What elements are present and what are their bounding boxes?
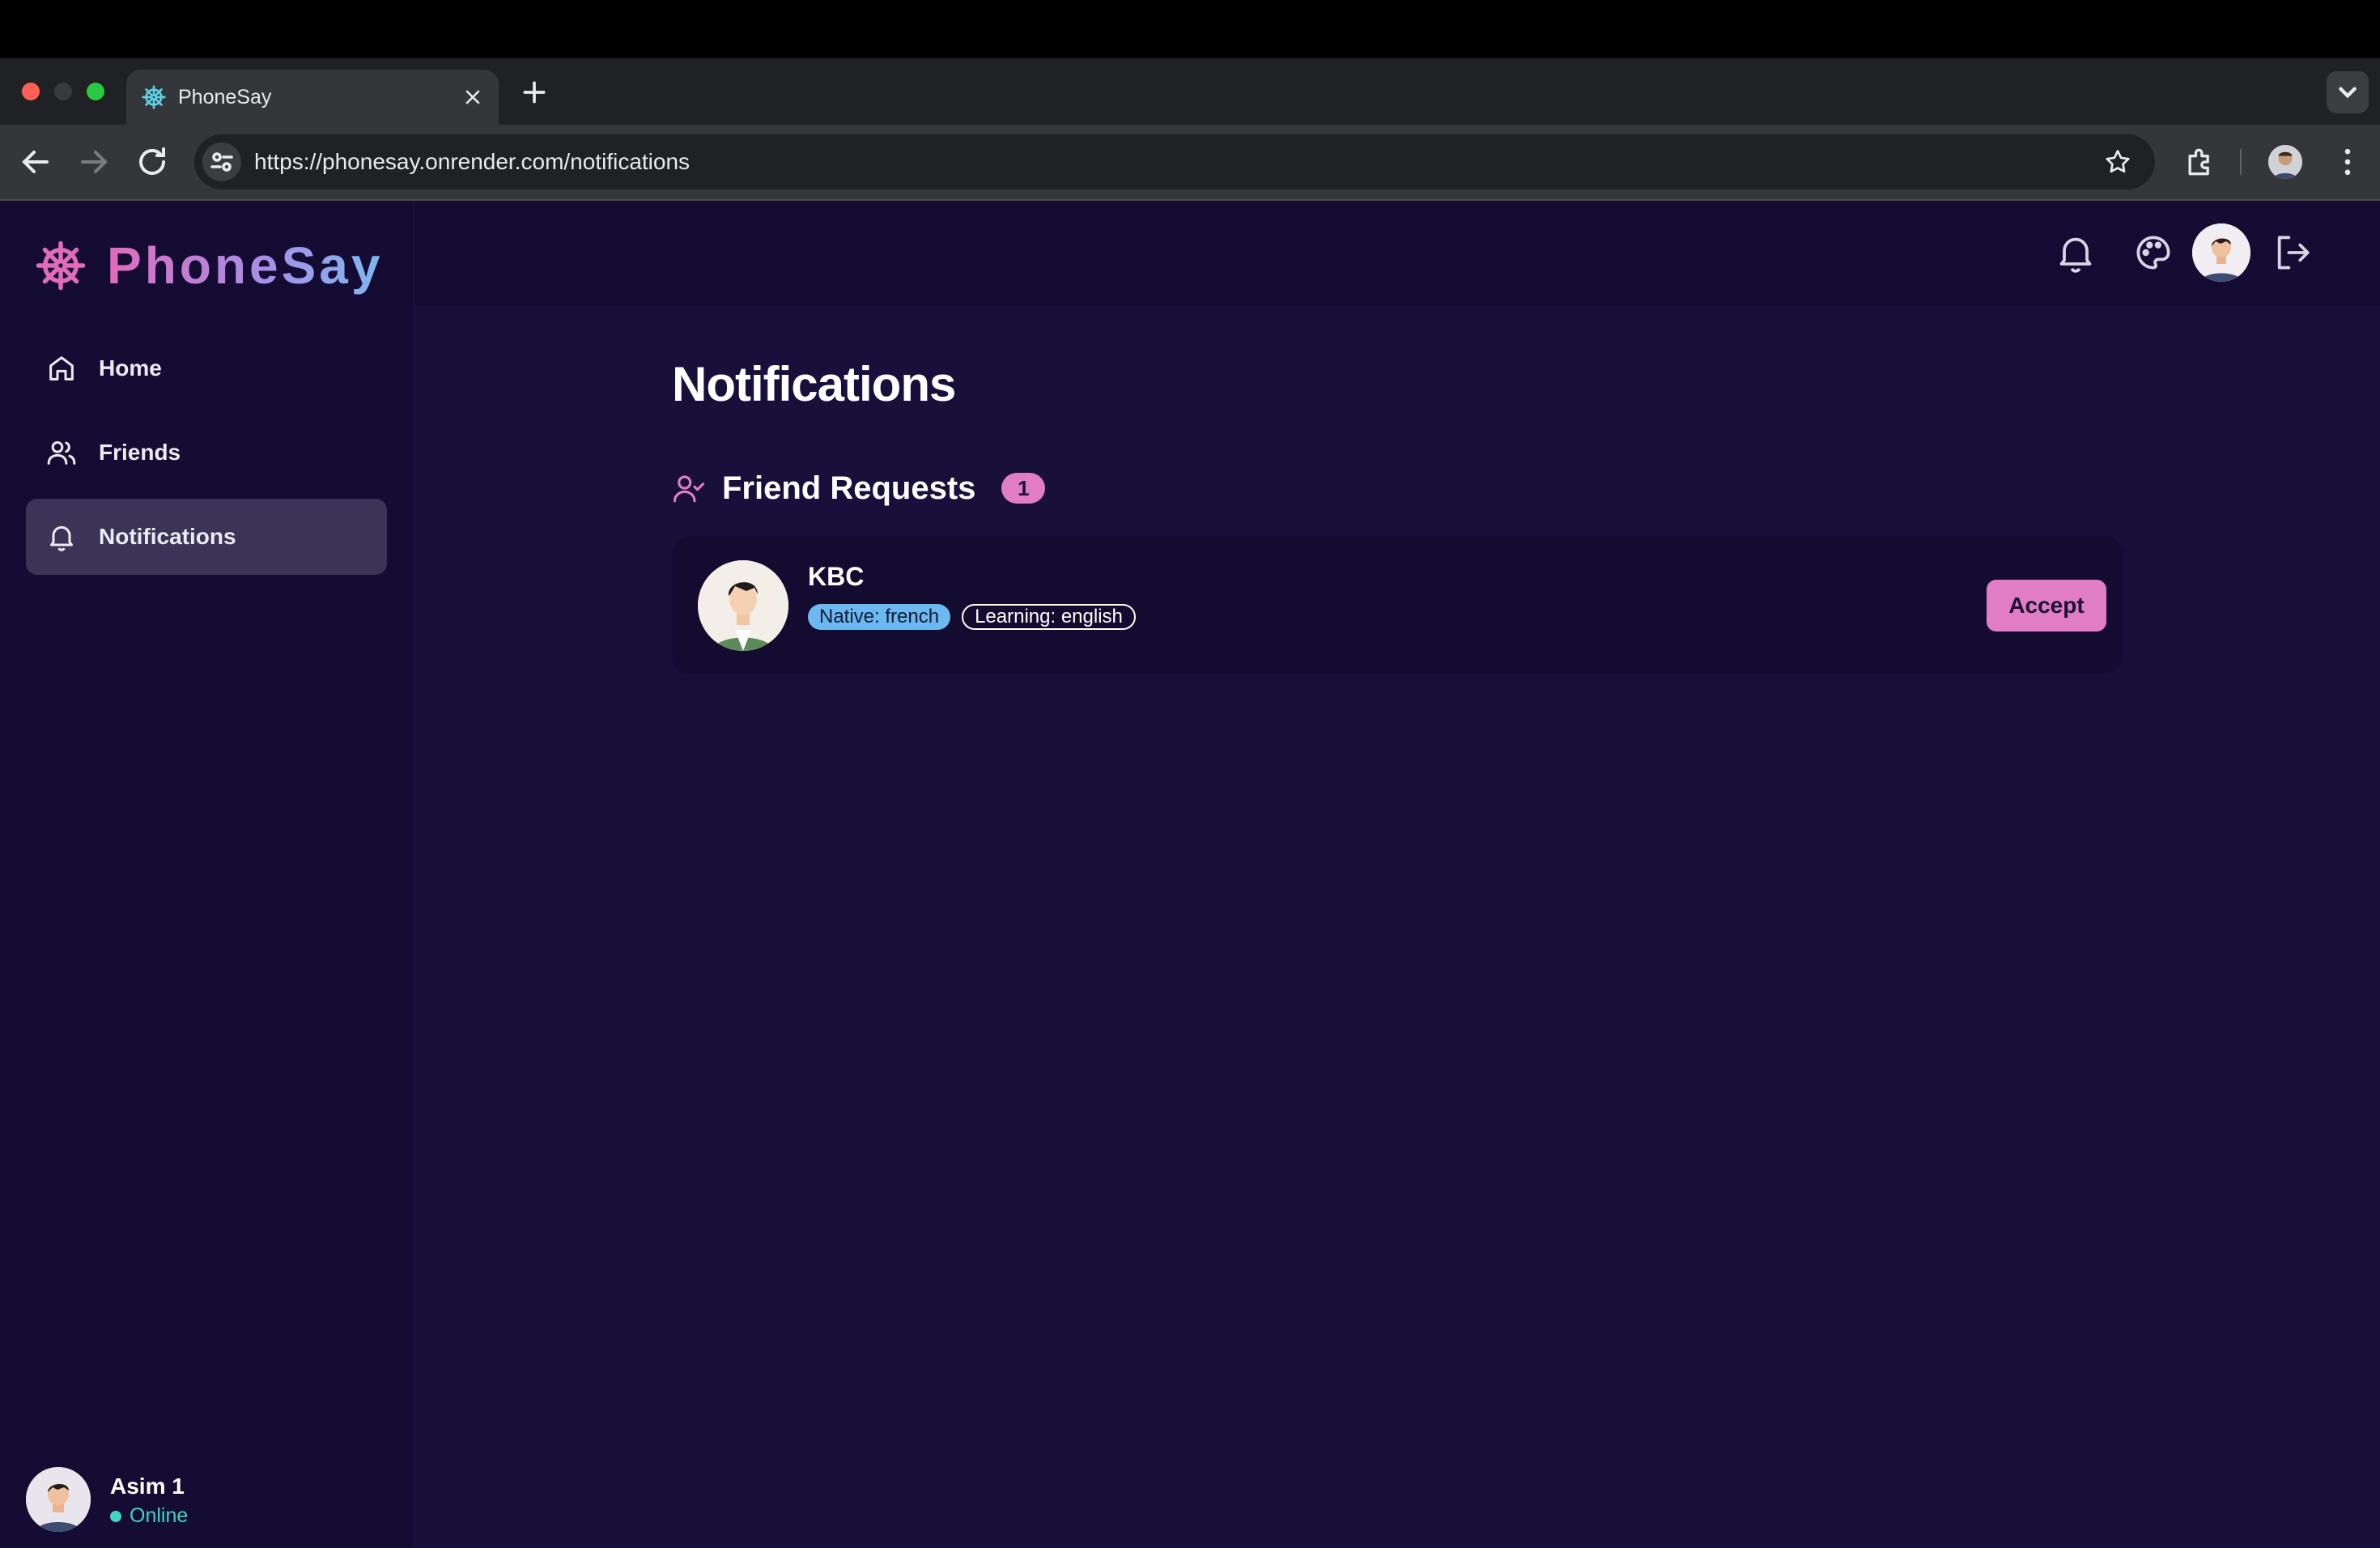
bell-icon xyxy=(50,525,73,551)
users-icon xyxy=(47,441,76,465)
window-titlebar xyxy=(0,0,2380,58)
user-face-icon xyxy=(2192,223,2250,282)
main-content: Notifications Friend Requests 1 KBC Nati… xyxy=(414,306,2380,1548)
sidebar-item-home[interactable]: Home xyxy=(26,330,387,406)
sidebar-item-label: Friends xyxy=(99,440,181,465)
profile-face-icon xyxy=(2268,145,2302,179)
bell-icon[interactable] xyxy=(2053,230,2098,275)
section-title: Friend Requests xyxy=(722,470,976,506)
close-tab-icon[interactable] xyxy=(461,86,484,108)
accept-button[interactable]: Accept xyxy=(1987,580,2106,632)
requester-face-icon xyxy=(698,560,788,651)
page-title: Notifications xyxy=(672,357,956,411)
logout-icon[interactable] xyxy=(2270,230,2315,275)
forward-arrow-icon[interactable] xyxy=(74,142,113,181)
friend-requests-header: Friend Requests 1 xyxy=(672,468,1046,508)
learning-language-badge: Learning: english xyxy=(962,604,1136,630)
tab-search-button[interactable] xyxy=(2327,71,2369,113)
url-text[interactable]: https://phonesay.onrender.com/notificati… xyxy=(254,149,690,175)
request-count-badge: 1 xyxy=(1001,473,1046,504)
current-user-card[interactable]: Asim 1 Online xyxy=(26,1467,382,1532)
address-bar[interactable]: https://phonesay.onrender.com/notificati… xyxy=(194,134,2155,189)
helm-icon xyxy=(142,85,166,109)
status-text: Online xyxy=(130,1504,189,1527)
user-name: Asim 1 xyxy=(110,1474,185,1499)
minimize-window-button[interactable] xyxy=(54,83,72,100)
app-root: PhoneSay Home Friends Notifications Asim… xyxy=(0,201,2380,1548)
new-tab-icon[interactable] xyxy=(518,76,550,108)
user-face-icon xyxy=(26,1467,91,1532)
tab-title: PhoneSay xyxy=(178,86,272,108)
toolbar-divider xyxy=(2240,149,2242,175)
friend-request-card: KBC Native: french Learning: english Acc… xyxy=(672,536,2123,674)
avatar xyxy=(26,1467,91,1532)
palette-icon[interactable] xyxy=(2131,230,2176,275)
sidebar-item-friends[interactable]: Friends xyxy=(26,415,387,491)
maximize-window-button[interactable] xyxy=(87,83,104,100)
browser-toolbar: https://phonesay.onrender.com/notificati… xyxy=(0,125,2380,201)
back-arrow-icon[interactable] xyxy=(16,142,55,181)
reload-icon[interactable] xyxy=(133,142,172,181)
sidebar-item-label: Notifications xyxy=(99,524,236,549)
sidebar-item-label: Home xyxy=(99,355,162,381)
bookmark-star-icon[interactable] xyxy=(2103,147,2132,176)
helm-logo-icon xyxy=(36,240,86,291)
profile-avatar[interactable] xyxy=(2192,223,2250,282)
native-language-badge: Native: french xyxy=(808,604,951,630)
requester-name: KBC xyxy=(808,562,865,591)
sidebar-item-notifications[interactable]: Notifications xyxy=(26,499,387,575)
more-menu-icon[interactable] xyxy=(2330,144,2365,180)
browser-profile-avatar[interactable] xyxy=(2268,145,2302,179)
sidebar: PhoneSay Home Friends Notifications Asim… xyxy=(0,201,414,1548)
chevron-down-icon xyxy=(2339,87,2357,99)
user-check-icon xyxy=(673,475,705,503)
extensions-puzzle-icon[interactable] xyxy=(2182,144,2218,180)
close-window-button[interactable] xyxy=(22,83,40,100)
avatar xyxy=(698,560,788,651)
language-badges: Native: french Learning: english xyxy=(808,604,1147,630)
site-info-button[interactable] xyxy=(202,142,241,181)
app-logo[interactable]: PhoneSay xyxy=(34,232,383,300)
browser-tab[interactable]: PhoneSay xyxy=(126,70,499,125)
top-navbar xyxy=(414,201,2380,306)
logo-text: PhoneSay xyxy=(107,232,383,300)
status-badge: Online xyxy=(110,1504,188,1528)
tune-icon xyxy=(210,152,233,172)
home-icon xyxy=(49,356,74,381)
online-dot xyxy=(110,1510,121,1522)
